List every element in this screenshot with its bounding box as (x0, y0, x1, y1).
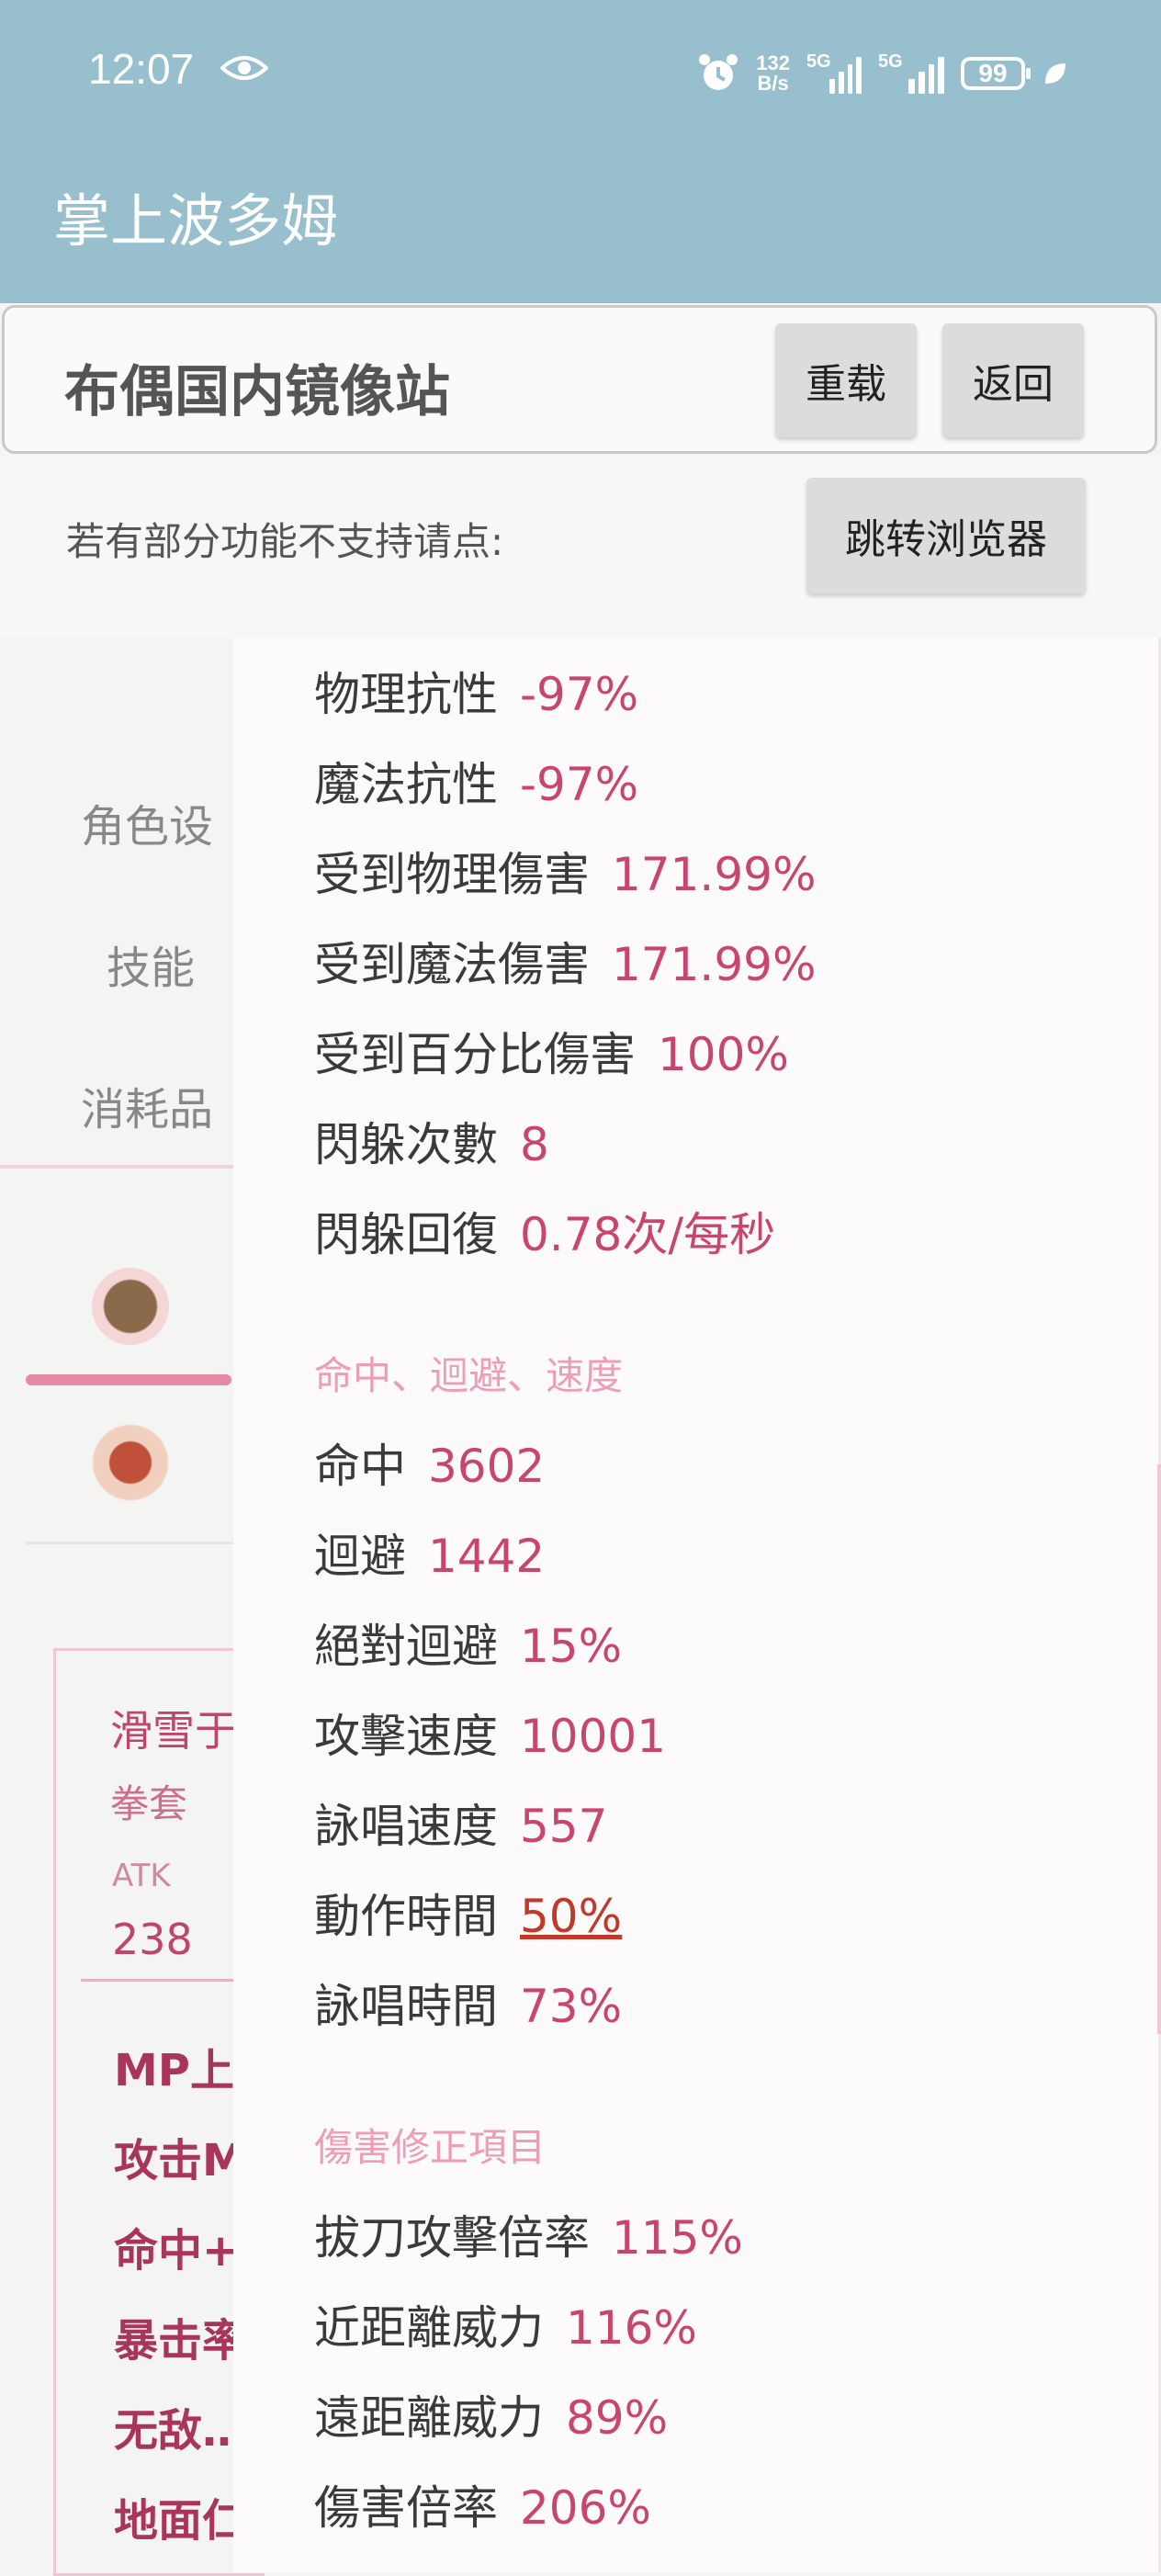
stat-value: 89% (566, 2391, 669, 2445)
stat-value: 73% (520, 1980, 623, 2033)
eye-icon (220, 56, 268, 80)
stat-value: 557 (520, 1800, 608, 1853)
stat-value: 15% (520, 1620, 623, 1673)
stat-label: 閃躲回復 (314, 1208, 498, 1261)
stat-value: -97% (520, 668, 639, 721)
net-speed-value: 132 (756, 51, 790, 74)
stat-value: 171.99% (612, 848, 817, 901)
stat-value: 100% (658, 1028, 789, 1081)
equip-atk-value: 238 (112, 1915, 193, 1964)
section-title-speed: 命中、迴避、速度 (314, 1353, 624, 1398)
equip-type: 拳套 (110, 1781, 188, 1826)
stat-value: 115% (612, 2211, 743, 2265)
stat-row: 詠唱速度 557 (314, 1790, 607, 1856)
stat-value: 116% (566, 2301, 697, 2355)
stat-row: 動作時間 50% (314, 1880, 622, 1946)
stat-value: 8 (520, 1118, 549, 1171)
stat-value: 1442 (428, 1530, 546, 1583)
stat-row: 迴避 1442 (314, 1520, 545, 1586)
stat-row: 近距離威力 116% (314, 2291, 697, 2357)
nav-skills[interactable]: 技能 (107, 932, 195, 996)
stat-label: 近距離威力 (314, 2301, 544, 2355)
slot-divider (26, 1542, 239, 1544)
stat-row: 受到物理傷害 171.99% (314, 838, 816, 904)
battery-level: 99 (978, 59, 1008, 87)
stat-row: 拔刀攻擊倍率 115% (314, 2201, 743, 2267)
stat-value: 10001 (520, 1710, 667, 1763)
stat-row: 傷害倍率 206% (314, 2471, 651, 2537)
stat-row: 受到魔法傷害 171.99% (314, 928, 816, 994)
slot-selected-indicator (26, 1374, 231, 1385)
stat-label: 遠距離威力 (314, 2391, 544, 2445)
stat-label: 傷害倍率 (314, 2481, 498, 2535)
stat-value: 3602 (428, 1440, 546, 1493)
stat-label: 絕對迴避 (314, 1620, 498, 1673)
action-time-link[interactable]: 50% (520, 1890, 622, 1943)
stat-label: 詠唱速度 (314, 1800, 498, 1853)
net-speed: 132 B/s (756, 53, 790, 94)
leaf-icon (1045, 63, 1065, 84)
stat-row: 遠距離威力 89% (314, 2381, 668, 2447)
alarm-icon (699, 54, 738, 90)
stat-label: 動作時間 (314, 1890, 498, 1943)
section-title-damage: 傷害修正項目 (314, 2125, 547, 2170)
back-button[interactable]: 返回 (942, 323, 1084, 437)
app-title: 掌上波多姆 (53, 187, 339, 254)
open-browser-button[interactable]: 跳转浏览器 (806, 478, 1086, 593)
net-speed-unit: B/s (757, 72, 789, 95)
nav-divider (0, 1165, 239, 1169)
scrollbar-thumb[interactable] (1157, 1464, 1161, 2034)
stat-row: 詠唱時間 73% (314, 1970, 622, 2036)
stat-label: 受到百分比傷害 (314, 1028, 636, 1081)
stat-row: 受到百分比傷害 100% (314, 1018, 789, 1084)
stat-label: 命中 (314, 1440, 406, 1493)
equip-stat: 攻击M (114, 2135, 246, 2186)
stat-value: 0.78次/每秒 (520, 1208, 776, 1261)
stat-label: 物理抗性 (314, 668, 498, 721)
equip-name: 滑雪于 (110, 1706, 237, 1756)
battery-icon: 99 (961, 57, 1031, 90)
stat-row: 魔法抗性 -97% (314, 748, 638, 814)
stat-row: 閃躲次數 8 (314, 1108, 549, 1174)
status-time: 12:07 (88, 45, 195, 93)
stat-label: 受到魔法傷害 (314, 938, 590, 991)
mirror-title: 布偶国内镜像站 (64, 360, 450, 424)
signal-icon: 5G (806, 51, 862, 94)
status-icons: 132 B/s 5G 5G 99 (697, 46, 1069, 101)
stat-label: 詠唱時間 (314, 1980, 498, 2033)
stat-value: -97% (520, 758, 639, 811)
stat-value: 171.99% (612, 938, 817, 991)
stat-label: 攻擊速度 (314, 1710, 498, 1763)
stat-label: 閃躲次數 (314, 1118, 498, 1171)
nav-consumables[interactable]: 消耗品 (81, 1073, 213, 1137)
equip-slot-icon[interactable] (92, 1268, 169, 1345)
stat-row: 物理抗性 -97% (314, 658, 638, 724)
bow-icon[interactable] (92, 1424, 169, 1501)
stat-row: 命中 3602 (314, 1429, 545, 1496)
stat-label: 受到物理傷害 (314, 848, 590, 901)
signal-label: 5G (878, 51, 903, 72)
signal-icon: 5G (878, 51, 945, 94)
stat-value: 206% (520, 2481, 651, 2535)
hint-text: 若有部分功能不支持请点: (66, 519, 504, 564)
stats-panel[interactable]: 物理抗性 -97% 魔法抗性 -97% 受到物理傷害 171.99% 受到魔法傷害 17… (233, 638, 1161, 2572)
equip-stat: 地面仁 (114, 2495, 247, 2547)
stat-row: 絕對迴避 15% (314, 1610, 622, 1676)
stat-label: 魔法抗性 (314, 758, 498, 811)
equip-stat: MP上 (114, 2045, 234, 2096)
equip-stat: 命中+ (114, 2225, 240, 2277)
equip-stat: 暴击率 (114, 2315, 247, 2367)
stat-label: 迴避 (314, 1530, 406, 1583)
stat-label: 拔刀攻擊倍率 (314, 2211, 590, 2265)
stat-row: 閃躲回復 0.78次/每秒 (314, 1198, 775, 1264)
reload-button[interactable]: 重载 (775, 323, 917, 437)
nav-character-settings[interactable]: 角色设 (81, 790, 213, 854)
equip-stat: 无敌‥ (114, 2405, 232, 2457)
signal-label: 5G (806, 51, 831, 72)
stat-row: 攻擊速度 10001 (314, 1700, 666, 1766)
equip-atk-label: ATK (112, 1858, 171, 1894)
